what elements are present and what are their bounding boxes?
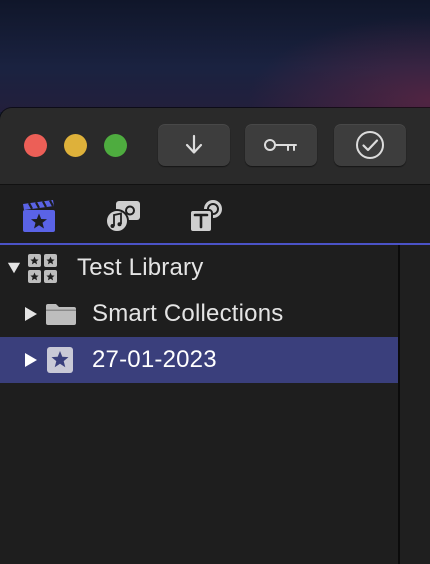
tab-libraries[interactable] — [20, 197, 58, 235]
close-window-button[interactable] — [24, 134, 47, 157]
zoom-window-button[interactable] — [104, 134, 127, 157]
disclosure-collapsed-icon[interactable] — [24, 352, 38, 368]
library-icon — [27, 253, 59, 285]
import-media-button[interactable] — [158, 124, 230, 166]
sidebar-item-event[interactable]: 27-01-2023 — [0, 337, 398, 383]
tab-photos-audio[interactable] — [104, 197, 142, 235]
keywords-button[interactable] — [245, 124, 317, 166]
download-arrow-icon — [185, 134, 203, 154]
browser-tab-bar — [0, 185, 430, 243]
clapperboard-star-icon — [23, 199, 55, 232]
app-window: Test Library Smart Collections 27-01-202… — [0, 108, 430, 564]
libraries-sidebar: Test Library Smart Collections 27-01-202… — [0, 245, 398, 564]
photos-music-icon — [105, 201, 140, 233]
title-bar — [0, 108, 430, 185]
sidebar-item-label: Smart Collections — [92, 300, 284, 327]
disclosure-expanded-icon[interactable] — [7, 260, 21, 276]
sidebar-item-smart-collections[interactable]: Smart Collections — [0, 291, 398, 337]
sidebar-item-library[interactable]: Test Library — [0, 245, 398, 291]
background-tasks-button[interactable] — [334, 124, 406, 166]
event-star-icon — [46, 346, 74, 374]
sidebar-item-label: 27-01-2023 — [92, 346, 217, 373]
key-icon — [264, 139, 297, 151]
minimize-window-button[interactable] — [64, 134, 87, 157]
tab-titles-generators[interactable] — [187, 197, 225, 235]
sidebar-item-label: Test Library — [77, 254, 204, 281]
desktop-wallpaper — [0, 0, 430, 112]
browser-content-pane — [400, 245, 430, 564]
titles-generators-icon — [189, 200, 222, 233]
checkmark-circle-icon — [356, 131, 384, 159]
disclosure-collapsed-icon[interactable] — [24, 306, 38, 322]
folder-icon — [45, 301, 77, 327]
